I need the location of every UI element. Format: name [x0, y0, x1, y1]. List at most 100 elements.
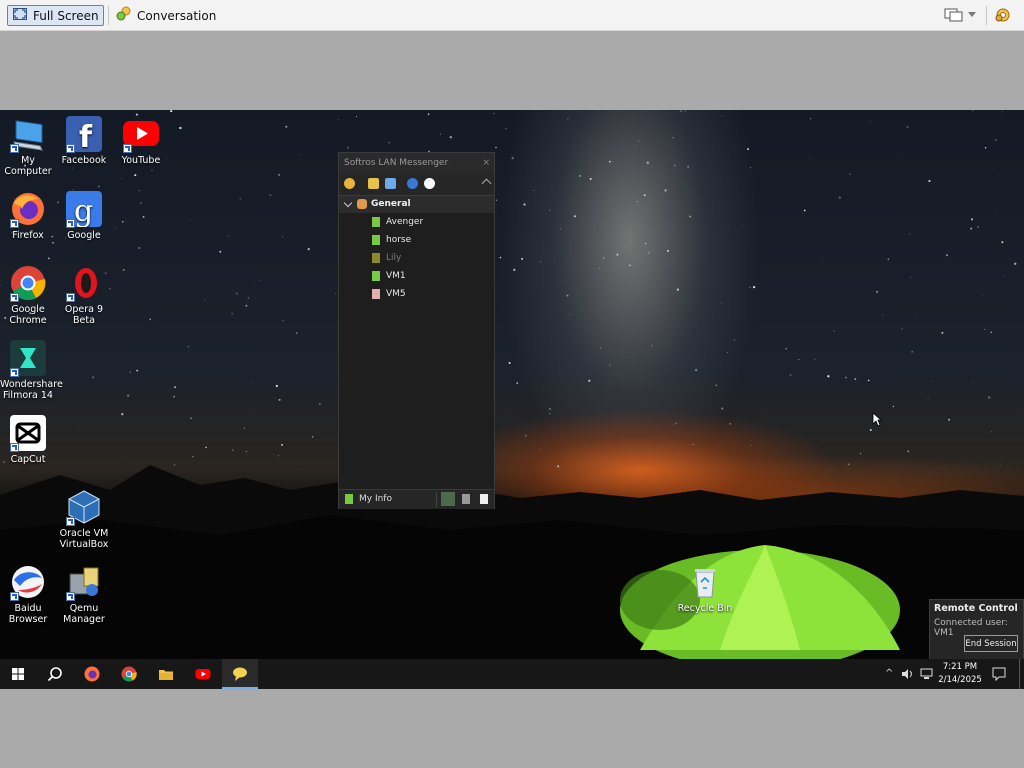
desktop-icon-label: Baidu Browser	[8, 603, 48, 625]
chevron-down-icon[interactable]	[968, 12, 976, 17]
folder-icon[interactable]	[368, 178, 379, 189]
messenger-title-bar[interactable]: Softros LAN Messenger ×	[339, 153, 494, 173]
taskbar-firefox[interactable]	[74, 659, 110, 689]
svg-text:f: f	[79, 120, 93, 152]
google-icon: g	[66, 191, 102, 229]
status-away-button[interactable]	[459, 492, 473, 506]
opera-icon	[66, 265, 102, 302]
mouse-cursor-icon	[872, 412, 882, 427]
status-offline-button[interactable]	[477, 492, 491, 506]
desktop-icon-label: Opera 9 Beta	[64, 304, 104, 326]
chevron-up-icon[interactable]: ^	[885, 668, 893, 679]
conversation-icon	[116, 6, 132, 25]
desktop-icon-virtualbox[interactable]: Oracle VM VirtualBox	[56, 489, 112, 550]
settings-icon[interactable]	[344, 178, 355, 189]
svg-text:g: g	[74, 194, 93, 227]
taskbar-file-explorer[interactable]	[148, 659, 184, 689]
computer-icon	[10, 116, 46, 153]
contact-group[interactable]: General	[339, 196, 494, 213]
desktop-icon-my-computer[interactable]: My Computer	[0, 116, 56, 177]
group-icon	[357, 199, 367, 209]
tools-button[interactable]	[994, 6, 1012, 24]
contact-row[interactable]: Lily	[339, 249, 494, 267]
user-online-icon	[372, 271, 380, 281]
contact-name: horse	[386, 235, 412, 245]
contact-list: General Avenger horse Lily VM1 VM5	[339, 196, 494, 303]
desktop-icon-label: Google	[67, 230, 101, 241]
desktop-icon-firefox[interactable]: Firefox	[0, 191, 56, 241]
taskbar-youtube[interactable]	[185, 659, 221, 689]
youtube-icon	[195, 669, 211, 679]
desktop-icon-opera[interactable]: Opera 9 Beta	[56, 265, 112, 326]
chevron-up-icon[interactable]	[481, 178, 492, 189]
contact-name: Lily	[386, 253, 402, 263]
conversation-button[interactable]: Conversation	[114, 5, 224, 26]
contact-row[interactable]: horse	[339, 231, 494, 249]
close-icon[interactable]: ×	[482, 153, 490, 173]
chrome-icon	[121, 666, 137, 682]
notifications-icon[interactable]	[992, 667, 1006, 681]
desktop-icon-qemu-manager[interactable]: Qemu Manager	[56, 564, 112, 625]
contact-name: VM5	[386, 289, 406, 299]
full-screen-button[interactable]: Full Screen	[7, 5, 104, 26]
contact-name: VM1	[386, 271, 406, 281]
clock-time[interactable]: 7:21 PM	[938, 662, 982, 672]
desktop-icon-capcut[interactable]: CapCut	[0, 415, 56, 465]
conversation-label: Conversation	[137, 8, 217, 23]
full-screen-icon	[12, 7, 28, 24]
monitor-select-button[interactable]	[944, 7, 964, 23]
messenger-icon	[233, 667, 247, 681]
search-button[interactable]	[37, 659, 73, 689]
recycle-bin-icon	[687, 564, 723, 600]
desktop-icon-youtube[interactable]: YouTube	[113, 116, 169, 166]
status-online-button[interactable]	[441, 492, 455, 506]
history-icon[interactable]	[385, 178, 396, 189]
contact-row[interactable]: Avenger	[339, 213, 494, 231]
desktop-icon-label: YouTube	[121, 155, 161, 166]
my-info-bar: My Info	[339, 489, 494, 509]
start-button[interactable]	[0, 659, 36, 689]
desktop-icon-label: Qemu Manager	[63, 603, 105, 625]
virtualbox-icon	[66, 489, 102, 526]
baidu-browser-icon	[10, 564, 46, 601]
contact-row[interactable]: VM5	[339, 285, 494, 303]
desktop-icon-google-chrome[interactable]: Google Chrome	[0, 265, 56, 326]
network-icon[interactable]	[920, 668, 933, 680]
end-session-button[interactable]: End Session	[964, 635, 1018, 652]
user-online-icon	[372, 217, 380, 227]
desktop-icon-filmora[interactable]: Wondershare Filmora 14	[0, 340, 63, 401]
toolbar-divider	[986, 6, 987, 25]
monitor-icon	[944, 8, 963, 22]
remote-desktop[interactable]: My Computer f Facebook YouTube Firefox g…	[0, 110, 1024, 689]
contact-row[interactable]: VM1	[339, 267, 494, 285]
desktop-icon-facebook[interactable]: f Facebook	[56, 116, 112, 166]
viewer-toolbar: Full Screen Conversation	[0, 0, 1024, 31]
help-icon[interactable]	[407, 178, 418, 189]
taskbar-messenger[interactable]	[222, 659, 258, 689]
desktop-icon-google[interactable]: g Google	[56, 191, 112, 241]
divider	[436, 492, 437, 507]
desktop-icon-label: Firefox	[12, 230, 44, 241]
desktop-icon-label: Wondershare Filmora 14	[0, 379, 63, 401]
facebook-icon: f	[66, 116, 102, 155]
my-info-label[interactable]: My Info	[359, 490, 392, 509]
chevron-down-icon[interactable]	[343, 198, 353, 208]
youtube-icon	[123, 116, 159, 153]
taskbar-chrome[interactable]	[111, 659, 147, 689]
clock-date[interactable]: 2/14/2025	[938, 675, 982, 685]
contact-name: Avenger	[386, 217, 424, 227]
desktop-icon-label: Recycle Bin	[677, 603, 733, 614]
tools-icon	[995, 8, 1010, 22]
desktop-icon-recycle-bin[interactable]: Recycle Bin	[677, 564, 733, 614]
remote-control-title: Remote Control	[934, 603, 1018, 614]
qemu-manager-icon	[66, 564, 102, 601]
toolbar-divider	[108, 6, 109, 25]
info-icon[interactable]	[424, 178, 435, 189]
desktop-icon-label: Google Chrome	[9, 304, 47, 326]
desktop-icon-baidu-browser[interactable]: Baidu Browser	[0, 564, 56, 625]
lan-messenger-window[interactable]: Softros LAN Messenger × General Avenger	[338, 152, 495, 509]
show-desktop-button[interactable]	[1019, 659, 1020, 689]
speaker-icon[interactable]	[901, 668, 915, 680]
capcut-icon	[10, 415, 46, 452]
folder-icon	[159, 670, 173, 680]
